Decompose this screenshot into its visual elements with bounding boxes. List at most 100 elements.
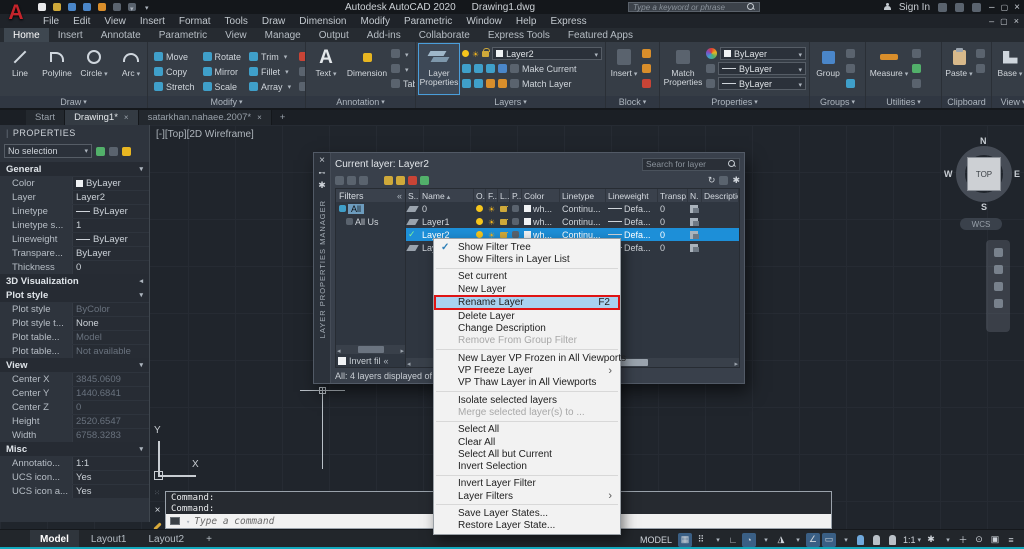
object-color-dropdown[interactable]: ByLayer [720, 47, 806, 60]
menu-file[interactable]: File [36, 14, 66, 28]
ortho-toggle-icon[interactable]: ∟ [726, 533, 740, 547]
transparency-cell[interactable]: 0 [658, 243, 688, 253]
prop-row[interactable]: Plot table...Model [0, 330, 149, 344]
cut-icon[interactable] [976, 49, 985, 58]
file-tab-drawing1[interactable]: Drawing1* [65, 110, 139, 125]
tab-manage[interactable]: Manage [256, 28, 310, 42]
new-vp-freeze-icon[interactable] [690, 205, 698, 213]
base-button[interactable]: Base [995, 44, 1024, 94]
panel-label-clipboard[interactable]: Clipboard [942, 96, 991, 108]
move-button[interactable]: Move [154, 50, 195, 63]
minimize-icon[interactable] [989, 2, 995, 13]
insert-button[interactable]: Insert [609, 44, 639, 94]
text-button[interactable]: AText [309, 44, 343, 94]
sign-in-link[interactable]: Sign In [899, 2, 930, 13]
circle-button[interactable]: Circle [77, 44, 111, 94]
new-layer-vp-frozen-icon[interactable] [396, 176, 405, 185]
transparency-cell[interactable]: 0 [658, 230, 688, 240]
recent-commands-icon[interactable] [184, 516, 190, 527]
linetype-cell[interactable]: Continu... [560, 204, 606, 214]
isodraft-icon[interactable]: ◮ [774, 533, 788, 547]
isolate-objects-icon[interactable]: ⊙ [972, 533, 986, 547]
redo-icon[interactable] [128, 3, 136, 11]
new-group-filter-icon[interactable] [347, 176, 356, 185]
menu-format[interactable]: Format [172, 14, 218, 28]
color-wheel-icon[interactable] [706, 48, 717, 59]
quick-select-palette-icon[interactable] [122, 147, 131, 156]
viewport-controls[interactable]: [-][Top][2D Wireframe] [156, 129, 254, 140]
offset-icon[interactable] [299, 82, 305, 91]
layer-row-1[interactable]: Layer1 wh... Continu... Defa... 0 [406, 215, 739, 228]
prop-row[interactable]: Linetype s...1 [0, 218, 149, 232]
filter-tree-scrollbar[interactable] [336, 345, 405, 354]
prop-row[interactable]: Plot table...Not available [0, 344, 149, 358]
prop-row[interactable]: Center X3845.0609 [0, 372, 149, 386]
color-cell[interactable]: wh... [522, 217, 560, 227]
menu-dimension[interactable]: Dimension [292, 14, 353, 28]
panel-label-groups[interactable]: Groups [810, 96, 865, 108]
object-snap-tracking-icon[interactable]: ∠ [806, 533, 820, 547]
annotation-monitor-icon[interactable]: ＋ [956, 533, 970, 547]
undo-icon[interactable] [113, 3, 121, 11]
set-current-icon[interactable] [420, 176, 429, 185]
tab-featured-apps[interactable]: Featured Apps [559, 28, 642, 42]
workspace-dropdown-icon[interactable] [940, 533, 954, 547]
restore-icon[interactable] [1001, 2, 1009, 13]
prop-row[interactable]: Center Y1440.6841 [0, 386, 149, 400]
menu-change-description[interactable]: Change Description [434, 322, 620, 334]
menu-show-filter-tree[interactable]: Show Filter Tree [434, 241, 620, 253]
rotate-button[interactable]: Rotate [203, 50, 242, 63]
transparency-cell[interactable]: 0 [658, 204, 688, 214]
polar-dropdown-icon[interactable] [758, 533, 772, 547]
grid-toggle-icon[interactable]: ▦ [678, 533, 692, 547]
pan-icon[interactable] [994, 265, 1003, 274]
prop-row[interactable]: LinetypeByLayer [0, 204, 149, 218]
menu-layer-filters[interactable]: Layer Filters [434, 490, 620, 502]
multileader-icon[interactable] [391, 64, 400, 73]
explode-icon[interactable] [299, 67, 305, 76]
ungroup-icon[interactable] [846, 49, 855, 58]
collapse-filters-icon[interactable] [397, 191, 402, 201]
section-view[interactable]: View▾ [0, 358, 149, 372]
new-vp-freeze-icon[interactable] [690, 231, 698, 239]
plot-icon[interactable] [512, 218, 519, 225]
menu-draw[interactable]: Draw [255, 14, 292, 28]
navigation-bar[interactable] [986, 240, 1010, 332]
trim-button[interactable]: Trim [249, 50, 291, 63]
layer-lock-icon[interactable] [498, 64, 507, 73]
autocad-logo[interactable]: A [3, 0, 29, 27]
close-tab-icon[interactable] [257, 113, 262, 122]
menu-select-all-but-current[interactable]: Select All but Current [434, 448, 620, 460]
panel-label-annotation[interactable]: Annotation [306, 96, 415, 108]
scale-dropdown[interactable]: 1:1 [902, 533, 922, 547]
prop-row[interactable]: Annotatio...1:1 [0, 456, 149, 470]
prop-row[interactable]: Plot style t...None [0, 316, 149, 330]
panel-label-view[interactable]: View [992, 96, 1024, 108]
layer-properties-button[interactable]: Layer Properties [419, 44, 459, 94]
lineweight-cell[interactable]: Defa... [606, 204, 658, 214]
new-vp-freeze-icon[interactable] [690, 244, 698, 252]
scale-button[interactable]: Scale [203, 80, 242, 93]
copy-button[interactable]: Copy [154, 65, 195, 78]
autoscale-icon[interactable] [870, 533, 884, 547]
menu-isolate-selected-layers[interactable]: Isolate selected layers [434, 394, 620, 406]
leader-icon[interactable] [391, 49, 400, 58]
prop-row[interactable]: Thickness0 [0, 260, 149, 274]
new-property-filter-icon[interactable] [335, 176, 344, 185]
menu-parametric[interactable]: Parametric [397, 14, 459, 28]
app-store-cart-icon[interactable] [938, 3, 947, 12]
layer-list-header[interactable]: S.. Name O.. F.. L.. P.. Color Linetype … [406, 189, 739, 202]
menu-invert-selection[interactable]: Invert Selection [434, 460, 620, 472]
fillet-button[interactable]: Fillet [249, 65, 291, 78]
command-grip[interactable]: ⁙ [154, 492, 161, 496]
close-icon[interactable] [1014, 2, 1020, 13]
prop-row[interactable]: Height2520.6547 [0, 414, 149, 428]
lineweight-list-icon[interactable] [706, 64, 715, 73]
tab-annotate[interactable]: Annotate [92, 28, 150, 42]
menu-clear-all[interactable]: Clear All [434, 436, 620, 448]
lock-icon[interactable] [500, 232, 507, 238]
prop-row[interactable]: Plot styleByColor [0, 302, 149, 316]
model-space-label[interactable]: MODEL [640, 535, 672, 545]
object-snap-icon[interactable]: ▭ [822, 533, 836, 547]
tab-collaborate[interactable]: Collaborate [410, 28, 479, 42]
